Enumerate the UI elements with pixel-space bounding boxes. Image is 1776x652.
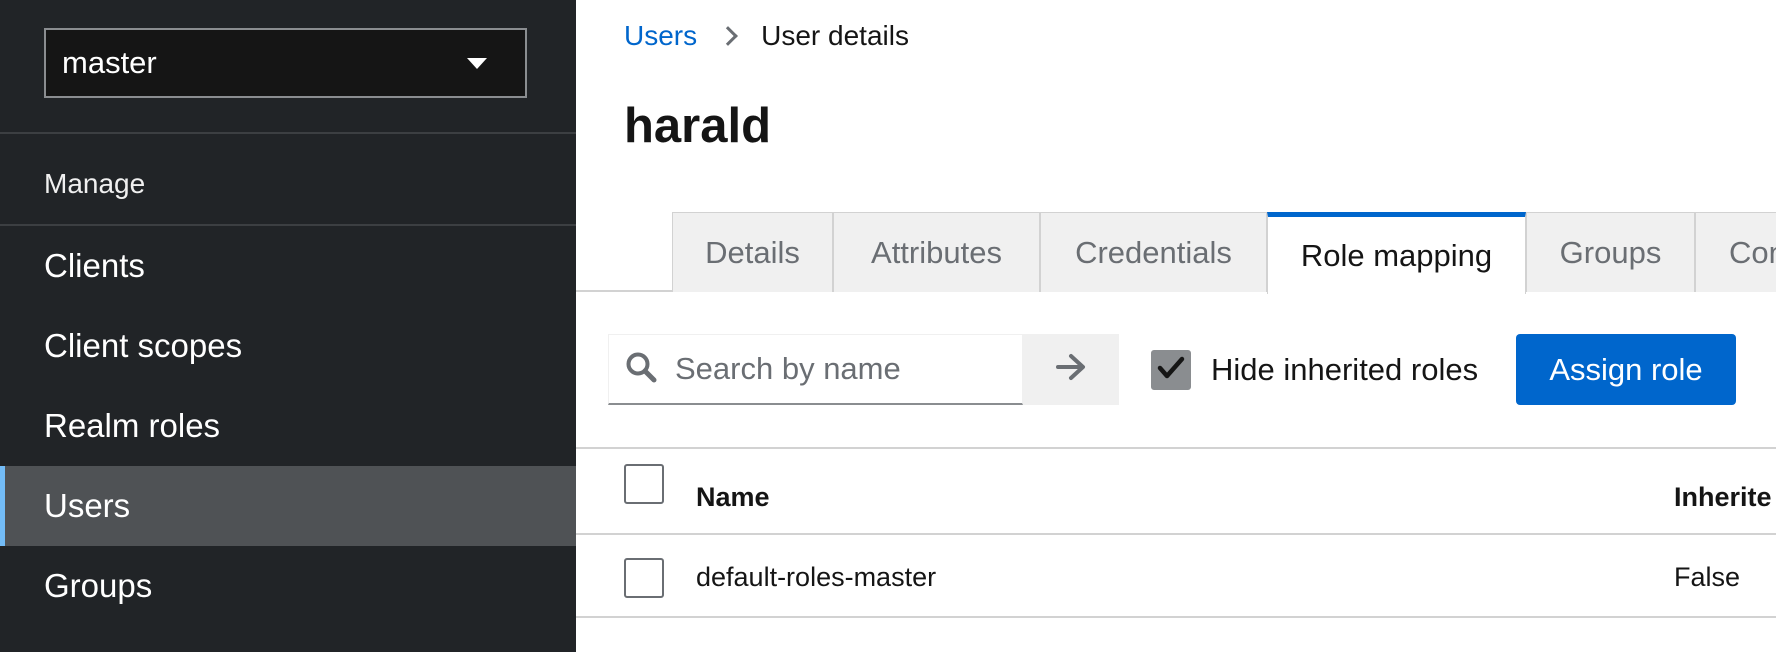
select-all-checkbox[interactable] (624, 464, 664, 504)
divider (0, 132, 576, 134)
role-name-cell: default-roles-master (696, 562, 937, 592)
realm-name: master (62, 45, 157, 80)
assign-role-label: Assign role (1549, 351, 1703, 387)
role-inherited-cell: False (1674, 562, 1741, 592)
row-divider (576, 616, 1776, 618)
page-title: harald (624, 99, 772, 153)
sidebar-item-client-scopes[interactable]: Client scopes (0, 306, 576, 386)
caret-down-icon (467, 57, 487, 69)
checkbox-box (624, 558, 664, 598)
assign-role-button[interactable]: Assign role (1516, 334, 1736, 405)
search-icon (625, 351, 657, 388)
sidebar-item-label: Client scopes (44, 327, 243, 364)
sidebar-item-label: Clients (44, 247, 145, 284)
tab-groups[interactable]: Groups (1526, 212, 1695, 292)
check-icon (1157, 356, 1185, 385)
row-divider (576, 533, 1776, 535)
table-top-border (576, 447, 1776, 449)
hide-inherited-label: Hide inherited roles (1211, 352, 1479, 387)
sidebar-item-realm-roles[interactable]: Realm roles (0, 386, 576, 466)
breadcrumb-current: User details (761, 20, 909, 51)
tab-attributes[interactable]: Attributes (833, 212, 1040, 292)
sidebar-item-label: Realm roles (44, 407, 221, 444)
tab-label: Con (1729, 234, 1776, 270)
tab-label: Details (705, 234, 800, 270)
realm-selector[interactable]: master (44, 28, 527, 98)
sidebar-item-groups[interactable]: Groups (0, 546, 576, 626)
tab-label: Attributes (871, 234, 1002, 270)
sidebar-item-label: Users (44, 487, 131, 524)
sidebar: master Manage Clients Client scopes Real… (0, 0, 576, 652)
breadcrumb-users-link[interactable]: Users (624, 20, 697, 52)
nav-section-title: Manage (44, 168, 146, 199)
tab-credentials[interactable]: Credentials (1040, 212, 1267, 292)
search-field (608, 334, 1023, 405)
chevron-right-icon (718, 26, 739, 46)
sidebar-item-label: Groups (44, 567, 153, 604)
tab-label: Role mapping (1300, 237, 1493, 273)
tab-details[interactable]: Details (672, 212, 833, 292)
sidebar-item-clients[interactable]: Clients (0, 226, 576, 306)
search-input[interactable] (673, 350, 1007, 388)
tab-consents[interactable]: Con (1695, 212, 1776, 292)
tab-role-mapping[interactable]: Role mapping (1267, 212, 1526, 294)
row-select-checkbox[interactable] (624, 558, 664, 598)
breadcrumb: Users User details (624, 20, 909, 52)
column-header-inherited[interactable]: Inherite (1674, 482, 1772, 513)
sidebar-item-users[interactable]: Users (0, 466, 576, 546)
search-submit-button[interactable] (1023, 334, 1119, 405)
tab-label: Groups (1559, 234, 1662, 270)
column-header-name[interactable]: Name (696, 482, 770, 513)
checkbox-box (624, 464, 664, 504)
hide-inherited-roles-toggle[interactable]: Hide inherited roles (1151, 350, 1478, 390)
arrow-right-icon (1055, 353, 1087, 386)
tab-label: Credentials (1075, 234, 1232, 270)
hide-inherited-checkbox[interactable] (1151, 350, 1191, 390)
